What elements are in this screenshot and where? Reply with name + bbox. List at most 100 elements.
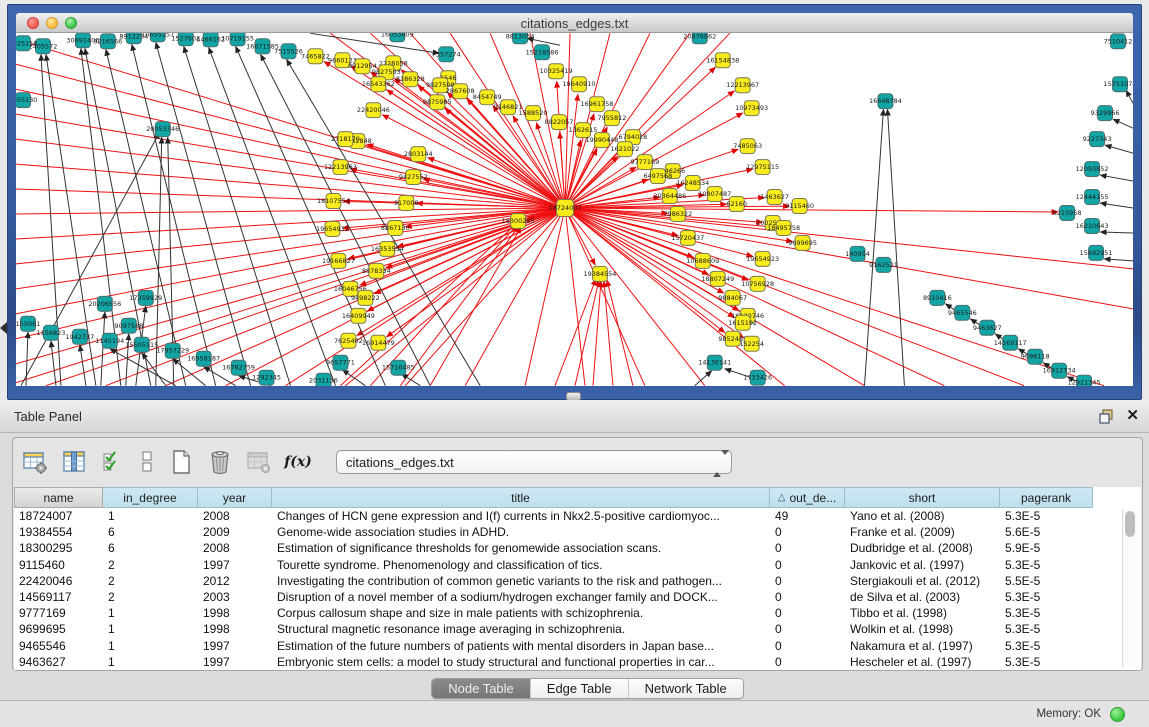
tab-network-table[interactable]: Network Table [628, 679, 743, 698]
graph-node-label: 6794028 [618, 133, 647, 141]
graph-node-label: 9498222 [351, 294, 380, 302]
citation-edge[interactable] [607, 280, 633, 386]
citation-edge[interactable] [604, 281, 613, 386]
column-header-pagerank[interactable]: pagerank [1000, 487, 1093, 508]
network-window-frame[interactable]: citations_edges.txt 74658229660123891295… [7, 4, 1142, 400]
citation-edge[interactable] [467, 99, 565, 208]
sort-ascending-icon: △ [778, 492, 786, 503]
citation-edge[interactable] [565, 208, 1133, 269]
citation-edge[interactable] [16, 39, 565, 208]
graph-node-label: 9162521 [869, 261, 898, 269]
table-cell: 9699695 [14, 621, 103, 637]
citation-edge[interactable] [565, 33, 690, 208]
table-cell: 1 [103, 508, 198, 524]
table-row[interactable]: 1938455462009Genome-wide association stu… [14, 524, 1141, 540]
new-table-icon[interactable] [168, 449, 194, 475]
citation-edge[interactable] [1104, 259, 1133, 261]
citation-edge[interactable] [310, 33, 439, 53]
citation-edge[interactable] [101, 312, 105, 386]
citation-edge[interactable] [1100, 232, 1133, 233]
table-cell: Jankovic et al. (1997) [845, 557, 1000, 573]
table-cell: Nakamura et al. (1997) [845, 638, 1000, 654]
table-row[interactable]: 2242004622012Investigating the contribut… [14, 573, 1141, 589]
citation-edge[interactable] [1100, 175, 1133, 181]
table-row[interactable]: 1456911722003Disruption of a novel membe… [14, 589, 1141, 605]
citation-edge[interactable] [382, 115, 565, 208]
table-row[interactable]: 1830029562008Estimation of significance … [14, 540, 1141, 556]
column-header-name[interactable]: name [14, 487, 103, 508]
graph-node-label: 10655257 [141, 33, 174, 38]
tab-node-table[interactable]: Node Table [432, 679, 530, 698]
row-height-icon[interactable] [139, 449, 155, 475]
graph-node-label: 9884067 [718, 294, 747, 302]
table-settings-icon[interactable] [22, 449, 48, 475]
graph-node-label: 10688609 [686, 257, 719, 265]
citation-edge[interactable] [16, 89, 565, 208]
graph-node-label: 8822057 [545, 118, 574, 126]
delete-icon[interactable] [207, 449, 233, 475]
table-cell: Franke et al. (2009) [845, 524, 1000, 540]
citation-edge[interactable] [1100, 203, 1133, 208]
graph-node-label: 20876862 [683, 33, 716, 40]
network-window-titlebar[interactable]: citations_edges.txt [16, 13, 1133, 33]
tab-edge-table[interactable]: Edge Table [530, 679, 628, 698]
scrollbar-thumb[interactable] [1125, 511, 1135, 537]
close-panel-button[interactable]: ✕ [1126, 406, 1139, 424]
memory-ok-indicator-icon[interactable] [1110, 707, 1125, 722]
graph-node-label: 12921345 [1068, 379, 1101, 386]
function-icon[interactable]: f(x) [285, 449, 311, 475]
table-cell: 9115460 [14, 557, 103, 573]
table-row[interactable]: 977716911998Corpus callosum shape and si… [14, 605, 1141, 621]
table-row[interactable]: 946362711997Embryonic stem cells: a mode… [14, 654, 1141, 670]
citation-edge[interactable] [26, 332, 28, 386]
collapsed-panel-arrow-icon[interactable] [0, 322, 7, 334]
column-header-out_de[interactable]: △out_de... [770, 487, 845, 508]
citation-edge[interactable] [236, 46, 386, 385]
table-selector-combobox[interactable]: citations_edges.txt [336, 450, 732, 474]
float-panel-button[interactable] [1098, 408, 1115, 425]
citation-edge[interactable] [80, 345, 86, 386]
citation-edge[interactable] [525, 208, 565, 386]
table-panel-inset: f(x) citations_edges.txt namein_degreeye… [12, 437, 1143, 671]
select-columns-icon[interactable] [100, 449, 126, 475]
table-cell: Stergiakouli et al. (2012) [845, 573, 1000, 589]
table-cell: 1997 [198, 638, 272, 654]
citation-edge[interactable] [565, 208, 585, 386]
column-header-year[interactable]: year [198, 487, 272, 508]
citation-edge[interactable] [593, 281, 601, 386]
citation-edge[interactable] [887, 109, 904, 386]
network-graph[interactable]: 7465822966012389129542226058982750381863… [16, 33, 1133, 386]
network-canvas[interactable]: 7465822966012389129542226058982750381863… [16, 33, 1133, 386]
table-row[interactable]: 1872400712008Changes of HCN gene express… [14, 508, 1141, 524]
citation-edge[interactable] [16, 208, 565, 289]
table-row[interactable]: 969969511998Structural magnetic resonanc… [14, 621, 1141, 637]
citation-edge[interactable] [864, 109, 883, 386]
graph-node-label: 7625402 [334, 337, 363, 345]
table-panel-body: f(x) citations_edges.txt namein_degreeye… [0, 433, 1149, 700]
graph-node-label: 20053346 [146, 125, 179, 133]
citation-edge[interactable] [209, 47, 336, 385]
column-header-title[interactable]: title [272, 487, 770, 508]
column-header-short[interactable]: short [845, 487, 1000, 508]
citation-edge[interactable] [1105, 145, 1133, 153]
citation-edge[interactable] [1126, 90, 1133, 103]
graph-node-label: 15218586 [526, 48, 559, 56]
graph-node-label: 6497568 [643, 172, 672, 180]
graph-node-label: 16961758 [580, 100, 613, 108]
table-row[interactable]: 946554611997Estimation of the future num… [14, 638, 1141, 654]
graph-node-label: 19990448 [585, 136, 618, 144]
graph-node-label: 7357274 [432, 50, 461, 58]
table-row[interactable]: 911546021997Tourette syndrome. Phenomeno… [14, 557, 1141, 573]
table-scrollbar[interactable] [1122, 509, 1137, 668]
citation-edge[interactable] [1113, 119, 1133, 128]
graph-node-label: 10973493 [735, 104, 768, 112]
graph-node-label: 19654932 [316, 225, 349, 233]
citation-edge[interactable] [555, 279, 596, 386]
citation-edge[interactable] [51, 341, 56, 386]
graph-node-label: 19384554 [583, 270, 616, 278]
show-column-icon[interactable] [61, 449, 87, 475]
table-cell: de Silva et al. (2003) [845, 589, 1000, 605]
graph-node-label: 15720437 [671, 234, 704, 242]
table-cell: 5.6E-5 [1000, 524, 1093, 540]
column-header-in_degree[interactable]: in_degree [103, 487, 198, 508]
